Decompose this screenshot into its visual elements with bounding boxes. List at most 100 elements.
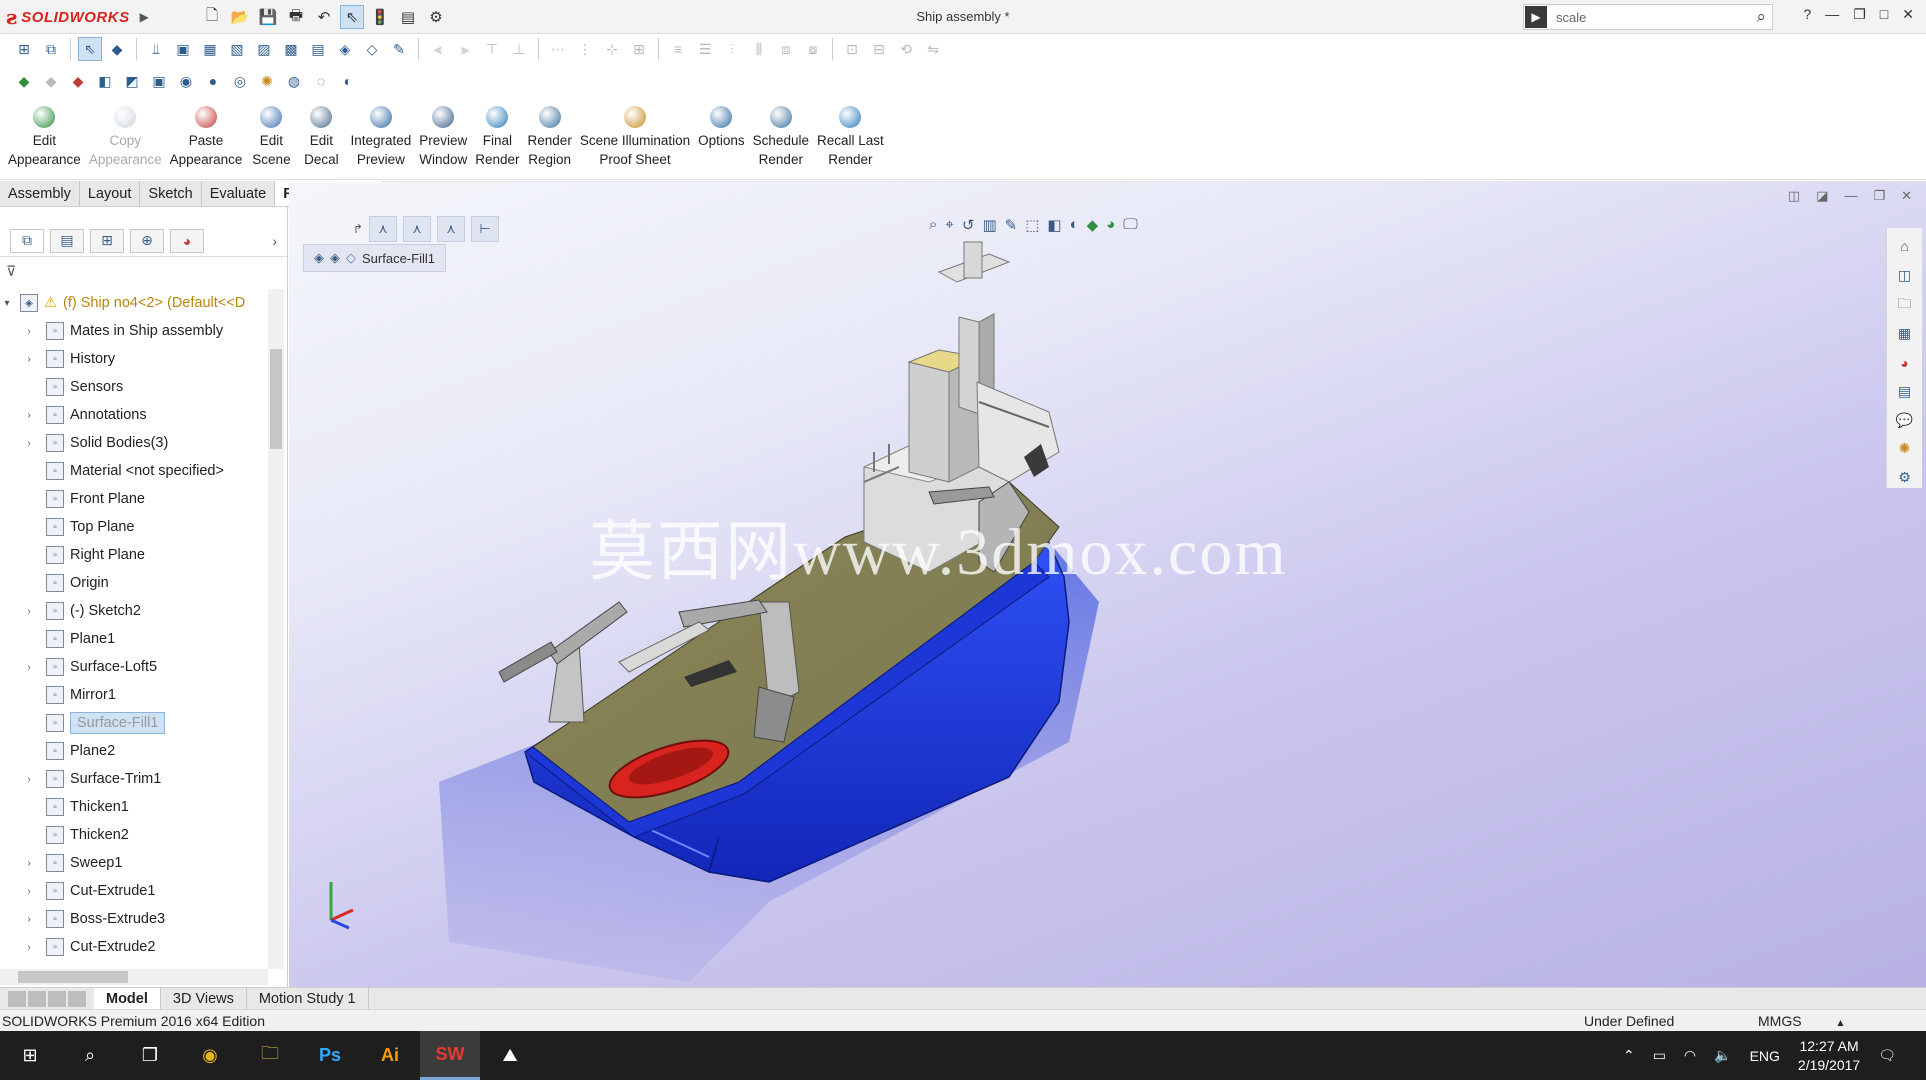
file-explorer-taskbar-icon[interactable]: 🗀: [240, 1031, 300, 1080]
align-right-icon[interactable]: ⫸: [453, 37, 477, 61]
edit-decal-small-icon[interactable]: ◩: [120, 69, 144, 93]
tree-item[interactable]: ▫ Plane1: [0, 625, 268, 653]
assembly-features-icon[interactable]: ▤: [306, 37, 330, 61]
tab-sketch[interactable]: Sketch: [140, 181, 202, 206]
match-size-icon[interactable]: ⧈: [774, 37, 798, 61]
tree-item[interactable]: › ▫ Surface-Trim1: [0, 765, 268, 793]
ribbon-button[interactable]: Paste Appearance: [166, 100, 247, 169]
ribbon-button[interactable]: Schedule Render: [749, 100, 813, 169]
displaymanager-tab-icon[interactable]: ◕: [170, 228, 204, 253]
new-motion-study-icon[interactable]: ◇: [360, 37, 384, 61]
tree-root[interactable]: ▾ ◈ ⚠ (f) Ship no4<2> (Default<<D: [0, 289, 268, 317]
tab-evaluate[interactable]: Evaluate: [202, 181, 276, 206]
toolbox-icon[interactable]: ⚙: [1893, 467, 1917, 488]
ribbon-button[interactable]: Preview Window: [415, 100, 471, 169]
tree-item[interactable]: › ▫ Mates in Ship assembly: [0, 317, 268, 345]
search-input[interactable]: [1548, 9, 1708, 25]
expand-icon[interactable]: ›: [22, 438, 36, 449]
previous-view-icon[interactable]: ⧉: [39, 37, 63, 61]
search-commands-icon[interactable]: ▶: [1525, 6, 1547, 28]
minimize-icon[interactable]: —: [1825, 6, 1839, 23]
expand-icon[interactable]: ›: [22, 942, 36, 953]
close-icon[interactable]: ✕: [1902, 6, 1914, 23]
distribute-vertical-icon[interactable]: ⋮: [573, 37, 597, 61]
distribute-horizontal-icon[interactable]: ⋯: [546, 37, 570, 61]
send-back-icon[interactable]: ⊟: [867, 37, 891, 61]
open-document-icon[interactable]: 📂: [228, 5, 252, 29]
move-component-icon[interactable]: ▨: [252, 37, 276, 61]
tree-item[interactable]: ▫ Origin: [0, 569, 268, 597]
tree-item[interactable]: › ▫ Annotations: [0, 401, 268, 429]
ribbon-button[interactable]: Edit Scene: [246, 100, 296, 169]
tree-item[interactable]: › ▫ History: [0, 345, 268, 373]
illumination-small-icon[interactable]: ✺: [255, 69, 279, 93]
featuremanager-tab-icon[interactable]: ⧉: [10, 228, 44, 253]
battery-icon[interactable]: ▭: [1653, 1047, 1666, 1064]
clock[interactable]: 12:27 AM 2/19/2017: [1798, 1037, 1860, 1075]
filter-icon[interactable]: ⊽: [6, 263, 16, 280]
last-tab-icon[interactable]: [68, 990, 86, 1007]
restore-icon[interactable]: ❐: [1853, 6, 1866, 23]
view-orientation-icon[interactable]: ⊞: [12, 37, 36, 61]
ribbon-button[interactable]: Edit Decal: [296, 100, 346, 169]
tree-item[interactable]: › ▫ (-) Sketch2: [0, 597, 268, 625]
graphics-area[interactable]: ↱ ⋏ ⋏ ⋏ ⊢ ◈ ◈ ◇ Surface-Fill1 ⌕ ⌖ ↺ ▥ ✎ …: [289, 182, 1926, 987]
volume-icon[interactable]: 🔈: [1714, 1047, 1731, 1064]
bill-of-materials-icon[interactable]: ✎: [387, 37, 411, 61]
collapse-icon[interactable]: ▾: [0, 298, 14, 309]
ribbon-button[interactable]: Final Render: [471, 100, 523, 169]
align-justify-icon[interactable]: ⫼: [747, 37, 771, 61]
space-evenly-icon[interactable]: ⊹: [600, 37, 624, 61]
align-middle-icon[interactable]: ☰: [693, 37, 717, 61]
scroll-thumb[interactable]: [18, 971, 128, 983]
language-indicator[interactable]: ENG: [1750, 1048, 1780, 1064]
expand-icon[interactable]: ›: [22, 886, 36, 897]
illustrator-icon[interactable]: Ai: [360, 1031, 420, 1080]
insert-component-icon[interactable]: ▣: [171, 37, 195, 61]
ribbon-button[interactable]: Options: [694, 100, 749, 150]
ribbon-button[interactable]: Render Region: [524, 100, 576, 169]
show-hidden-icon[interactable]: ▩: [279, 37, 303, 61]
preview-window-small-icon[interactable]: ◉: [174, 69, 198, 93]
bottom-tab-motion-study-1[interactable]: Motion Study 1: [247, 987, 369, 1010]
tab-layout[interactable]: Layout: [80, 181, 141, 206]
configurationmanager-tab-icon[interactable]: ⊞: [90, 228, 124, 253]
new-document-icon[interactable]: 🗋: [200, 5, 224, 29]
expand-icon[interactable]: ›: [22, 326, 36, 337]
ribbon-button[interactable]: Copy Appearance: [85, 100, 166, 169]
options-small-icon[interactable]: ◍: [282, 69, 306, 93]
tree-item[interactable]: › ▫ Cut-Extrude1: [0, 877, 268, 905]
group-icon[interactable]: ⧇: [801, 37, 825, 61]
render-library-icon[interactable]: ✺: [1893, 439, 1917, 460]
copy-appearance-small-icon[interactable]: ◆: [39, 69, 63, 93]
align-top-icon[interactable]: ⊤: [480, 37, 504, 61]
prev-tab-icon[interactable]: [28, 990, 46, 1007]
smart-fasteners-icon[interactable]: ▧: [225, 37, 249, 61]
tree-item[interactable]: ▫ Front Plane: [0, 485, 268, 513]
wifi-icon[interactable]: ◠: [1684, 1047, 1696, 1064]
solidworks-logo[interactable]: ƨ SOLIDWORKS ▶: [6, 3, 156, 31]
ribbon-button[interactable]: Edit Appearance: [4, 100, 85, 169]
tree-item[interactable]: ▫ Mirror1: [0, 681, 268, 709]
print-icon[interactable]: 🖶: [284, 5, 308, 29]
recall-small-icon[interactable]: ◐: [336, 69, 360, 93]
design-library-icon[interactable]: ◫: [1893, 265, 1917, 286]
tree-item[interactable]: ▫ Material <not specified>: [0, 457, 268, 485]
tree-item[interactable]: › ▫ Cut-Extrude2: [0, 933, 268, 961]
expand-icon[interactable]: ›: [22, 662, 36, 673]
search-bar[interactable]: ▶ ⌕: [1523, 4, 1773, 30]
chrome-icon[interactable]: ◉: [180, 1031, 240, 1080]
integrated-preview-small-icon[interactable]: ▣: [147, 69, 171, 93]
options-gear-icon[interactable]: ⚙: [424, 5, 448, 29]
tree-horizontal-scrollbar[interactable]: [0, 969, 268, 985]
align-center-icon[interactable]: ≡: [666, 37, 690, 61]
tree-item[interactable]: ▫ Right Plane: [0, 541, 268, 569]
align-bottom-icon[interactable]: ⊥: [507, 37, 531, 61]
tree-vertical-scrollbar[interactable]: [268, 289, 284, 969]
ribbon-button[interactable]: Scene Illumination Proof Sheet: [576, 100, 694, 169]
appearance-icon[interactable]: ◆: [105, 37, 129, 61]
file-properties-icon[interactable]: ▤: [396, 5, 420, 29]
bottom-tab-model[interactable]: Model: [94, 987, 161, 1010]
tree-filter[interactable]: ⊽: [0, 257, 287, 285]
expand-icon[interactable]: ›: [22, 354, 36, 365]
